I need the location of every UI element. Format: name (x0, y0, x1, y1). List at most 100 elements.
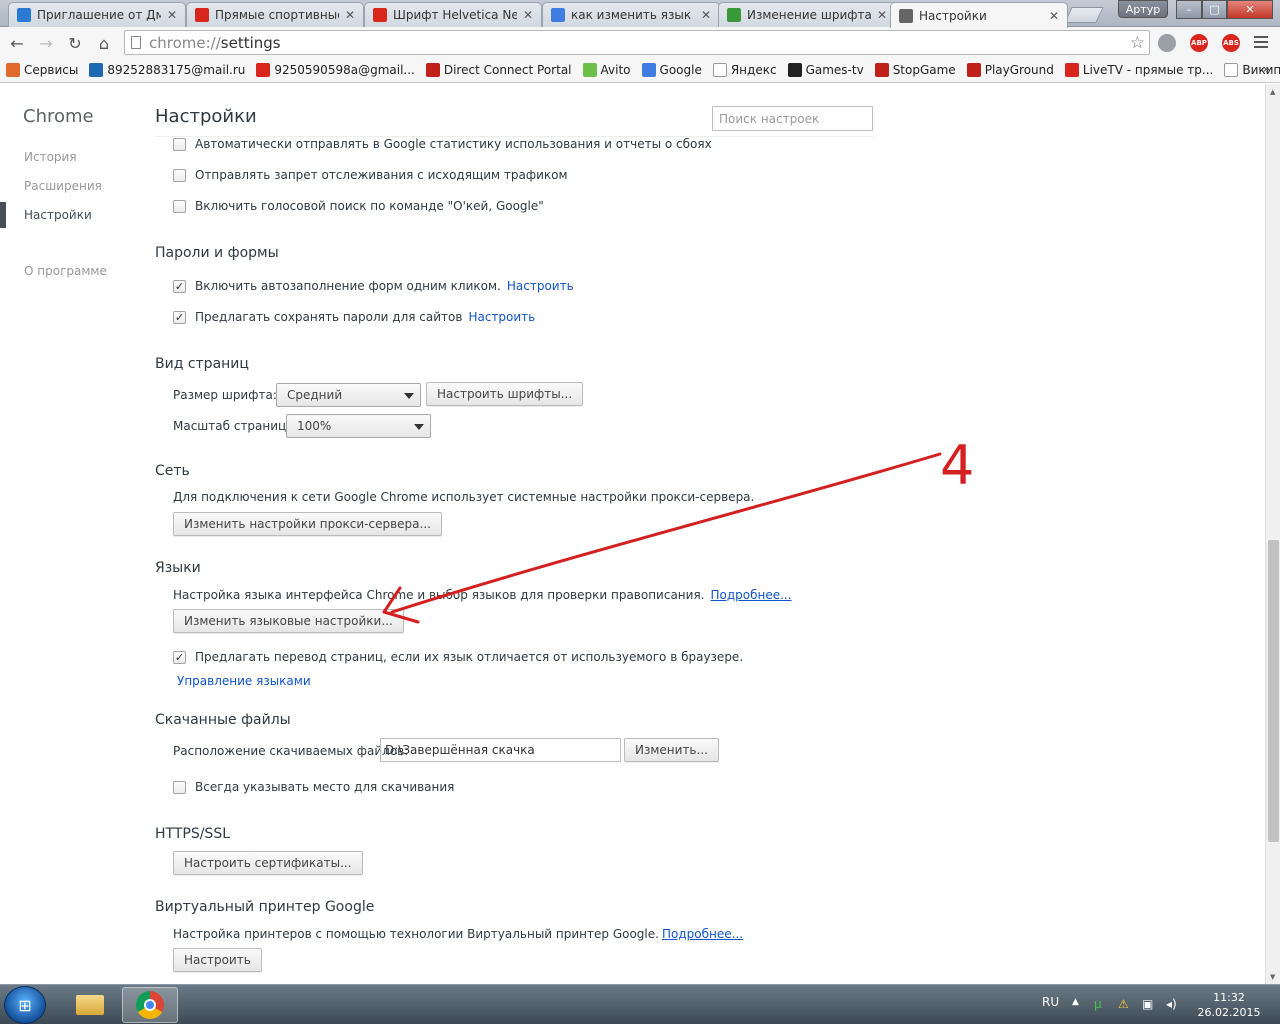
bookmark-label: Яндекс (730, 63, 777, 77)
ask-download-location-checkbox[interactable] (173, 780, 186, 794)
back-button[interactable]: ← (6, 32, 28, 54)
change-download-location-button[interactable]: Изменить... (624, 738, 719, 762)
autofill-row: ✓ Включить автозаполнение форм одним кли… (173, 279, 574, 293)
tab-close-icon[interactable]: ✕ (167, 8, 177, 22)
games-tv-icon (787, 63, 802, 77)
start-button[interactable]: ⊞ (4, 986, 46, 1024)
tab-title: Прямые спортивные (215, 8, 339, 22)
windows-logo-icon: ⊞ (18, 995, 32, 1015)
volume-icon[interactable]: ◂) (1166, 997, 1177, 1011)
sidebar-item-about[interactable]: О программе (24, 264, 107, 278)
tab-close-icon[interactable]: ✕ (523, 8, 533, 22)
voice-search-checkbox[interactable] (173, 199, 186, 213)
language-indicator[interactable]: RU (1042, 995, 1059, 1009)
scrollbar-thumb[interactable] (1268, 540, 1279, 842)
bookmark-label: 89252883175@mail.ru (107, 63, 246, 77)
reload-button[interactable]: ↻ (64, 32, 86, 54)
extension-icon[interactable] (1158, 34, 1176, 52)
tab-2[interactable]: Шрифт Helvetica Neue ✕ (364, 2, 542, 27)
home-button[interactable]: ⌂ (93, 32, 115, 54)
autofill-checkbox[interactable]: ✓ (173, 279, 186, 293)
sidebar-item-extensions[interactable]: Расширения (24, 179, 102, 193)
proxy-settings-button[interactable]: Изменить настройки прокси-сервера... (173, 512, 442, 536)
download-location-field[interactable]: D:\Завершённая скачка (380, 738, 621, 762)
arrow-left-icon: ← (10, 33, 24, 53)
bookmark-item[interactable]: Яндекс (712, 63, 777, 77)
yandex-icon (712, 63, 727, 77)
bookmark-item[interactable]: 9250590598a@gmail... (256, 63, 415, 77)
tab-close-icon[interactable]: ✕ (345, 8, 355, 22)
page-zoom-select[interactable]: 100% (286, 414, 431, 438)
warning-icon[interactable]: ⚠ (1118, 997, 1129, 1011)
manage-languages-link[interactable]: Управление языками (177, 674, 311, 688)
taskbar-explorer-button[interactable] (62, 987, 118, 1023)
settings-page: Chrome История Расширения Настройки О пр… (0, 84, 1265, 984)
bookmark-item[interactable]: Direct Connect Portal (425, 63, 572, 77)
tab-5[interactable]: Настройки ✕ (890, 2, 1068, 28)
passwords-settings-link[interactable]: Настроить (468, 310, 535, 324)
font-size-select[interactable]: Средний (276, 383, 421, 407)
bookmark-item[interactable]: 89252883175@mail.ru (89, 63, 245, 77)
network-icon[interactable]: ▣ (1142, 997, 1153, 1011)
cloud-print-learn-more-link[interactable]: Подробнее... (662, 927, 743, 941)
tab-close-icon[interactable]: ✕ (701, 8, 711, 22)
windows-taskbar: ⊞ RU ▲ µ ⚠ ▣ ◂) 11:32 26.02.2015 (0, 984, 1280, 1024)
google-icon (641, 63, 656, 77)
translate-checkbox[interactable]: ✓ (173, 650, 186, 664)
languages-learn-more-link[interactable]: Подробнее... (710, 588, 791, 602)
bookmark-item[interactable]: Сервисы (6, 63, 78, 77)
settings-search-input[interactable] (712, 106, 873, 131)
cloud-print-configure-button[interactable]: Настроить (173, 948, 262, 972)
sidebar-item-settings[interactable]: Настройки (24, 208, 92, 222)
bookmark-item[interactable]: Games-tv (787, 63, 864, 77)
customize-fonts-button[interactable]: Настроить шрифты... (426, 382, 584, 406)
usage-stats-checkbox[interactable] (173, 137, 186, 151)
maximize-button[interactable]: □ (1202, 0, 1227, 19)
profile-button[interactable]: Артур (1118, 0, 1168, 18)
bookmarks-bar: Сервисы 89252883175@mail.ru 9250590598a@gm… (0, 58, 1280, 83)
bookmark-item[interactable]: Avito (582, 63, 631, 77)
usage-stats-label: Автоматически отправлять в Google статис… (195, 137, 712, 151)
download-location-label: Расположение скачиваемых файлов: (173, 744, 409, 758)
bookmark-item[interactable]: Википедия (1224, 63, 1280, 77)
translate-label: Предлагать перевод страниц, если их язык… (195, 650, 744, 664)
forward-button[interactable]: → (35, 32, 57, 54)
adblock-icon[interactable]: ABS (1222, 34, 1240, 52)
mail-ru-icon (89, 63, 104, 77)
bookmark-item[interactable]: LiveTV - прямые тр... (1064, 63, 1213, 77)
tab-3[interactable]: как изменить язык гу ✕ (542, 2, 720, 27)
tab-close-icon[interactable]: ✕ (877, 8, 887, 22)
close-window-button[interactable]: ✕ (1227, 0, 1273, 19)
bookmark-label: Google (659, 63, 702, 77)
more-bookmarks-icon[interactable]: » (1263, 62, 1270, 76)
scroll-up-icon[interactable]: ▲ (1270, 88, 1275, 96)
manage-certificates-button[interactable]: Настроить сертификаты... (173, 851, 363, 875)
new-tab-button[interactable] (1064, 7, 1104, 23)
tab-1[interactable]: Прямые спортивные ✕ (186, 2, 364, 27)
scroll-down-icon[interactable]: ▼ (1270, 973, 1275, 981)
system-clock[interactable]: 11:32 26.02.2015 (1196, 990, 1262, 1020)
bookmark-item[interactable]: Google (641, 63, 702, 77)
utorrent-icon[interactable]: µ (1094, 997, 1102, 1011)
tab-4[interactable]: Изменение шрифта, н ✕ (718, 2, 896, 27)
language-settings-button[interactable]: Изменить языковые настройки... (173, 609, 404, 633)
bookmark-star-icon[interactable]: ☆ (1130, 33, 1145, 53)
sidebar-item-history[interactable]: История (24, 150, 77, 164)
show-hidden-icons-icon[interactable]: ▲ (1072, 997, 1079, 1007)
minimize-button[interactable]: – (1176, 0, 1202, 19)
do-not-track-checkbox[interactable] (173, 168, 186, 182)
bookmark-label: Википедия (1242, 63, 1280, 77)
chrome-menu-button[interactable] (1252, 33, 1270, 51)
cloud-print-section-title: Виртуальный принтер Google (155, 899, 375, 915)
bookmark-item[interactable]: StopGame (874, 63, 956, 77)
adblock-plus-icon[interactable]: ABP (1190, 34, 1208, 52)
save-passwords-checkbox[interactable]: ✓ (173, 310, 186, 324)
tab-0[interactable]: Приглашение от Дми ✕ (8, 2, 186, 27)
autofill-settings-link[interactable]: Настроить (507, 279, 574, 293)
direct-connect-icon (425, 63, 440, 77)
taskbar-chrome-button[interactable] (122, 987, 178, 1023)
tab-close-icon[interactable]: ✕ (1049, 9, 1059, 23)
page-scrollbar[interactable]: ▲ ▼ (1265, 84, 1280, 984)
address-bar[interactable]: chrome://settings ☆ (124, 30, 1150, 55)
bookmark-item[interactable]: PlayGround (966, 63, 1054, 77)
